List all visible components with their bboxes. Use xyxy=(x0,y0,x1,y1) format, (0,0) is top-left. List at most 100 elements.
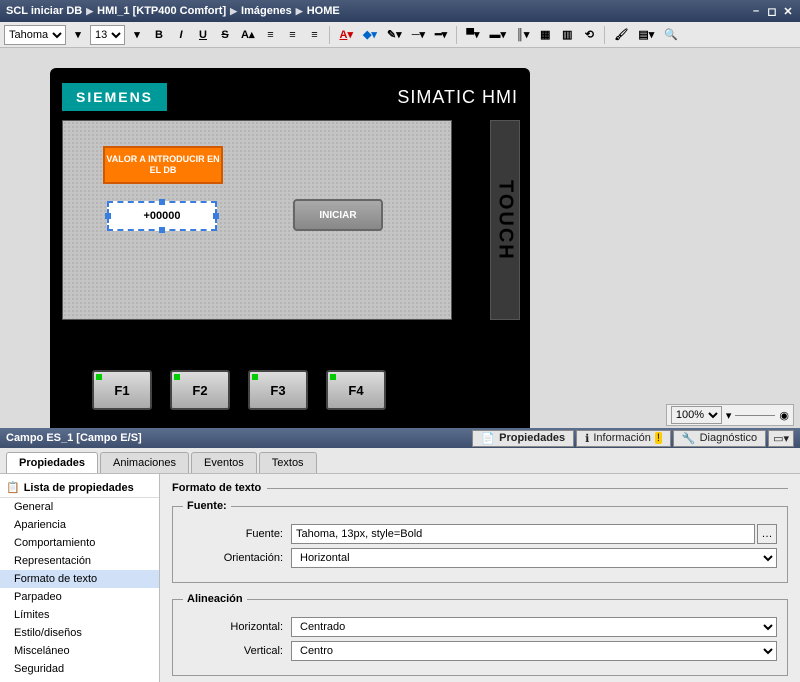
close-button[interactable]: ✕ xyxy=(782,5,794,17)
resize-handle[interactable] xyxy=(159,199,165,205)
function-key-f4[interactable]: F4 xyxy=(326,370,386,410)
chevron-right-icon: ▶ xyxy=(296,6,303,17)
label-valor-introducir[interactable]: VALOR A INTRODUCIR EN EL DB xyxy=(103,146,223,184)
underline-button[interactable]: U xyxy=(193,25,213,45)
property-tabs: Propiedades Animaciones Eventos Textos xyxy=(0,448,800,474)
chevron-right-icon: ▶ xyxy=(230,6,237,17)
vertical-select[interactable]: Centro xyxy=(291,641,777,661)
tree-node-formato-de-texto[interactable]: Formato de texto xyxy=(0,570,159,588)
tree-node-general[interactable]: General xyxy=(0,498,159,516)
tab-textos[interactable]: Textos xyxy=(259,452,317,473)
tree-node-apariencia[interactable]: Apariencia xyxy=(0,516,159,534)
property-tree: 📋 Lista de propiedades GeneralApariencia… xyxy=(0,474,160,682)
font-dropdown-icon[interactable]: ▾ xyxy=(68,25,88,45)
divider xyxy=(604,26,605,44)
tab-animaciones[interactable]: Animaciones xyxy=(100,452,189,473)
breadcrumb-item[interactable]: HOME xyxy=(307,5,340,17)
group-button[interactable]: ▦ xyxy=(535,25,555,45)
resize-handle[interactable] xyxy=(213,213,219,219)
orientacion-select[interactable]: Horizontal xyxy=(291,548,777,568)
io-field-campo-es-1[interactable]: +00000 xyxy=(107,201,217,231)
align-top-button[interactable]: ▀▾ xyxy=(462,25,483,45)
vertical-label: Vertical: xyxy=(183,645,283,657)
io-field-value: +00000 xyxy=(143,210,180,222)
align-center-button[interactable]: ≡ xyxy=(282,25,302,45)
function-key-f2[interactable]: F2 xyxy=(170,370,230,410)
zoom-handle-icon[interactable]: ◉ xyxy=(779,409,789,422)
horizontal-label: Horizontal: xyxy=(183,621,283,633)
tab-eventos[interactable]: Eventos xyxy=(191,452,257,473)
alineacion-legend: Alineación xyxy=(183,593,247,605)
distribute-button[interactable]: ║▾ xyxy=(512,25,533,45)
simatic-hmi-label: SIMATIC HMI xyxy=(397,87,518,108)
zoom-dropdown-icon[interactable]: ▾ xyxy=(726,409,732,422)
align-right-button[interactable]: ≡ xyxy=(304,25,324,45)
tree-node-parpadeo[interactable]: Parpadeo xyxy=(0,588,159,606)
resize-handle[interactable] xyxy=(105,213,111,219)
tab-propiedades-sub[interactable]: Propiedades xyxy=(6,452,98,473)
tab-diagnostico[interactable]: 🔧 Diagnóstico xyxy=(673,430,766,447)
breadcrumb-item[interactable]: SCL iniciar DB xyxy=(6,5,82,17)
tab-propiedades[interactable]: 📄 Propiedades xyxy=(472,430,574,447)
tree-node-comportamiento[interactable]: Comportamiento xyxy=(0,534,159,552)
siemens-logo: SIEMENS xyxy=(62,83,167,111)
size-dropdown-icon[interactable]: ▾ xyxy=(127,25,147,45)
zoom-select[interactable]: 100% xyxy=(671,406,722,424)
layers-button[interactable]: ▤▾ xyxy=(634,25,658,45)
divider xyxy=(456,26,457,44)
font-size-select[interactable]: 13 xyxy=(90,25,125,45)
align-middle-button[interactable]: ▬▾ xyxy=(486,25,511,45)
property-form: Formato de texto Fuente: Fuente: … Orien… xyxy=(160,474,800,682)
resize-handle[interactable] xyxy=(159,227,165,233)
ungroup-button[interactable]: ▥ xyxy=(557,25,577,45)
tree-node-l-mites[interactable]: Límites xyxy=(0,606,159,624)
list-icon: 📋 xyxy=(6,481,20,494)
border-color-button[interactable]: ✎▾ xyxy=(383,25,406,45)
touch-bezel-label: TOUCH xyxy=(490,120,520,320)
function-key-f3[interactable]: F3 xyxy=(248,370,308,410)
rotate-button[interactable]: ⟲ xyxy=(579,25,599,45)
fuente-label: Fuente: xyxy=(183,528,283,540)
hmi-screen[interactable]: VALOR A INTRODUCIR EN EL DB +00000 INICI… xyxy=(62,120,452,320)
tree-node-miscel-neo[interactable]: Misceláneo xyxy=(0,642,159,660)
selected-object-name: Campo ES_1 [Campo E/S] xyxy=(6,432,142,444)
tab-informacion[interactable]: ℹ Información ! xyxy=(576,430,671,447)
divider xyxy=(735,415,775,416)
fuente-field[interactable] xyxy=(291,524,755,544)
font-color-button[interactable]: A▾ xyxy=(335,25,356,45)
fuente-legend: Fuente: xyxy=(183,500,231,512)
zoom-button[interactable]: 🔍 xyxy=(660,25,682,45)
maximize-button[interactable]: ◻ xyxy=(766,5,778,17)
hmi-device-frame: SIEMENS SIMATIC HMI VALOR A INTRODUCIR E… xyxy=(50,68,530,428)
strikethrough-button[interactable]: S xyxy=(215,25,235,45)
line-style-button[interactable]: ─▾ xyxy=(408,25,429,45)
breadcrumb-item[interactable]: Imágenes xyxy=(241,5,292,17)
format-toolbar: Tahoma ▾ 13 ▾ B I U S A▴ ≡ ≡ ≡ A▾ ◆▾ ✎▾ … xyxy=(0,22,800,48)
italic-button[interactable]: I xyxy=(171,25,191,45)
iniciar-button[interactable]: INICIAR xyxy=(293,199,383,231)
divider xyxy=(329,26,330,44)
tree-node-representaci-n[interactable]: Representación xyxy=(0,552,159,570)
bold-button[interactable]: B xyxy=(149,25,169,45)
increase-font-button[interactable]: A▴ xyxy=(237,25,258,45)
tree-node-seguridad[interactable]: Seguridad xyxy=(0,660,159,678)
brush-button[interactable]: 🖌 xyxy=(610,25,632,45)
font-family-select[interactable]: Tahoma xyxy=(4,25,66,45)
fill-color-button[interactable]: ◆▾ xyxy=(359,25,381,45)
horizontal-select[interactable]: Centrado xyxy=(291,617,777,637)
tree-node-estilo-dise-os[interactable]: Estilo/diseños xyxy=(0,624,159,642)
form-section-title: Formato de texto xyxy=(172,482,261,494)
fuente-browse-button[interactable]: … xyxy=(757,524,777,544)
property-tree-header: 📋 Lista de propiedades xyxy=(0,478,159,498)
minimize-button[interactable]: – xyxy=(750,5,762,17)
function-key-f1[interactable]: F1 xyxy=(92,370,152,410)
alineacion-group: Alineación Horizontal: Centrado Vertical… xyxy=(172,593,788,676)
breadcrumb-item[interactable]: HMI_1 [KTP400 Comfort] xyxy=(97,5,226,17)
hmi-editor-canvas[interactable]: SIEMENS SIMATIC HMI VALOR A INTRODUCIR E… xyxy=(0,48,800,428)
line-weight-button[interactable]: ━▾ xyxy=(431,25,451,45)
fuente-group: Fuente: Fuente: … Orientación: Horizonta… xyxy=(172,500,788,583)
zoom-control: 100% ▾ ◉ xyxy=(666,404,794,426)
align-left-button[interactable]: ≡ xyxy=(260,25,280,45)
breadcrumb: SCL iniciar DB ▶ HMI_1 [KTP400 Comfort] … xyxy=(6,5,340,17)
panel-collapse-button[interactable]: ▭▾ xyxy=(768,430,794,447)
